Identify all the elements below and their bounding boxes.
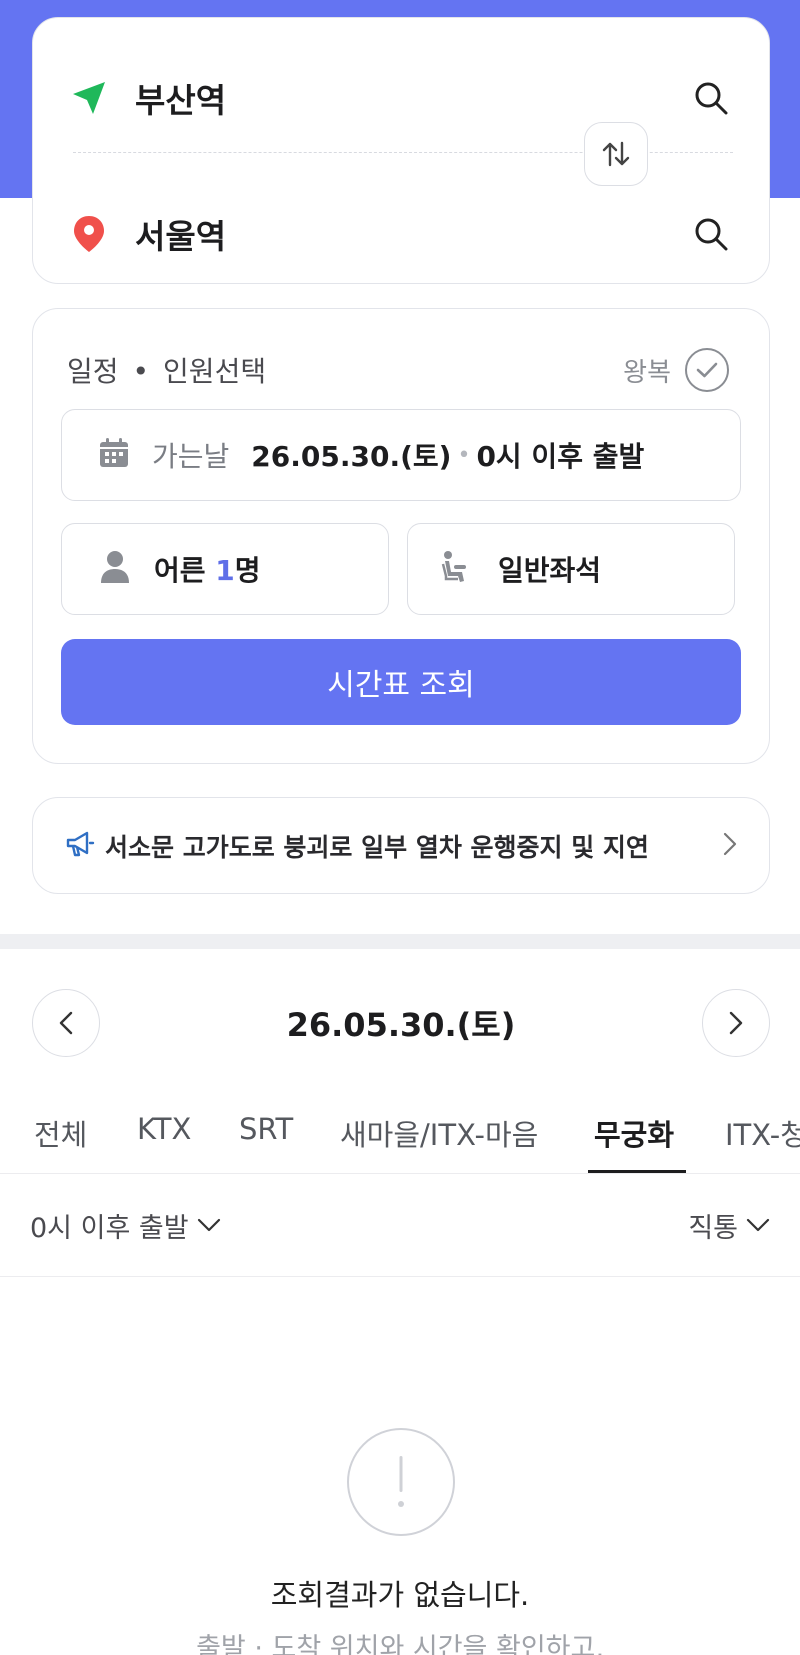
check-icon[interactable] (685, 348, 729, 392)
search-icon (695, 218, 728, 251)
roundtrip-toggle[interactable]: 왕복 (623, 348, 729, 392)
filter-bar: 0시 이후 출발 직통 (0, 1174, 800, 1277)
passenger-count: 어른 1명 (154, 549, 261, 589)
tab-srt[interactable]: SRT (239, 1112, 293, 1146)
notice-banner[interactable]: 서소문 고가도로 붕괴로 일부 열차 운행중지 및 지연 (32, 797, 770, 894)
schedule-title: 일정 • 인원선택 (67, 350, 623, 390)
date-separator: • (457, 442, 471, 468)
time-filter-label: 0시 이후 출발 (30, 1212, 189, 1244)
date-label: 가는날 (152, 440, 230, 473)
notice-text: 서소문 고가도로 붕괴로 일부 열차 운행중지 및 지연 (105, 832, 649, 862)
arrival-search-button[interactable] (689, 212, 733, 256)
exclamation-icon (347, 1428, 455, 1536)
schedule-subtitle-text: 인원선택 (163, 355, 267, 388)
timetable-search-button[interactable]: 시간표 조회 (61, 639, 741, 725)
swap-stations-button[interactable] (584, 122, 648, 186)
chevron-down-icon (746, 1218, 770, 1232)
time-filter-dropdown[interactable]: 0시 이후 출발 (30, 1206, 221, 1245)
megaphone-icon (65, 830, 95, 862)
tab-itx-cheongchun[interactable]: ITX-청 (725, 1112, 800, 1154)
departure-station[interactable]: 부산역 (135, 74, 689, 122)
chevron-left-icon (59, 1011, 73, 1035)
departure-search-button[interactable] (689, 76, 733, 120)
calendar-icon (98, 437, 130, 473)
departure-row[interactable]: 부산역 (69, 68, 733, 128)
direct-filter-dropdown[interactable]: 직통 (688, 1206, 770, 1245)
chevron-right-icon (729, 1011, 743, 1035)
tab-mugunghwa[interactable]: 무궁화 (594, 1112, 674, 1154)
passenger-selector[interactable]: 어른 1명 (61, 523, 389, 615)
location-pin-icon (69, 214, 109, 254)
swap-arrows-icon (602, 141, 630, 167)
navigation-arrow-icon (69, 78, 109, 118)
seat-icon (440, 550, 474, 588)
arrival-row[interactable]: 서울역 (69, 204, 733, 264)
section-divider (0, 934, 800, 949)
passenger-type: 어른 (154, 554, 216, 587)
chevron-right-icon (723, 832, 737, 860)
active-tab-indicator (588, 1170, 686, 1173)
next-date-button[interactable] (701, 989, 770, 1057)
chevron-down-icon (197, 1218, 220, 1232)
departure-date-selector[interactable]: 가는날 26.05.30.(토) • 0시 이후 출발 (61, 409, 741, 501)
search-icon (695, 82, 728, 115)
tab-saemaeul-itx-maeum[interactable]: 새마을/ITX-마음 (340, 1112, 538, 1154)
empty-result-subtitle: 출발 · 도착 위치와 시간을 확인하고, (196, 1633, 604, 1655)
person-icon (100, 550, 130, 588)
title-separator: • (132, 355, 150, 388)
seat-type-selector[interactable]: 일반좌석 (407, 523, 735, 615)
previous-date-button[interactable] (32, 989, 100, 1057)
route-card: 부산역 서울역 (32, 17, 770, 284)
empty-result-title: 조회결과가 없습니다. (270, 1578, 530, 1612)
date-value: 26.05.30.(토) (251, 440, 452, 473)
direct-filter-label: 직통 (688, 1212, 738, 1244)
tab-ktx[interactable]: KTX (137, 1112, 191, 1146)
tab-all[interactable]: 전체 (34, 1112, 87, 1154)
passenger-unit: 명 (234, 554, 261, 587)
schedule-card: 일정 • 인원선택 왕복 가는날 26.05.30.(토) • 0시 이후 출발 어… (32, 308, 770, 764)
arrival-station[interactable]: 서울역 (135, 210, 689, 258)
seat-type-label: 일반좌석 (498, 554, 602, 587)
schedule-header: 일정 • 인원선택 왕복 (67, 345, 729, 395)
roundtrip-label: 왕복 (623, 357, 671, 388)
passenger-number: 1 (215, 554, 235, 587)
train-type-tabs: 전체 KTX SRT 새마을/ITX-마음 무궁화 ITX-청 (0, 1100, 800, 1174)
time-value: 0시 이후 출발 (476, 440, 645, 473)
schedule-title-text: 일정 (67, 355, 119, 388)
current-date: 26.05.30.(토) (286, 1006, 516, 1044)
date-navigation: 26.05.30.(토) (32, 988, 770, 1058)
